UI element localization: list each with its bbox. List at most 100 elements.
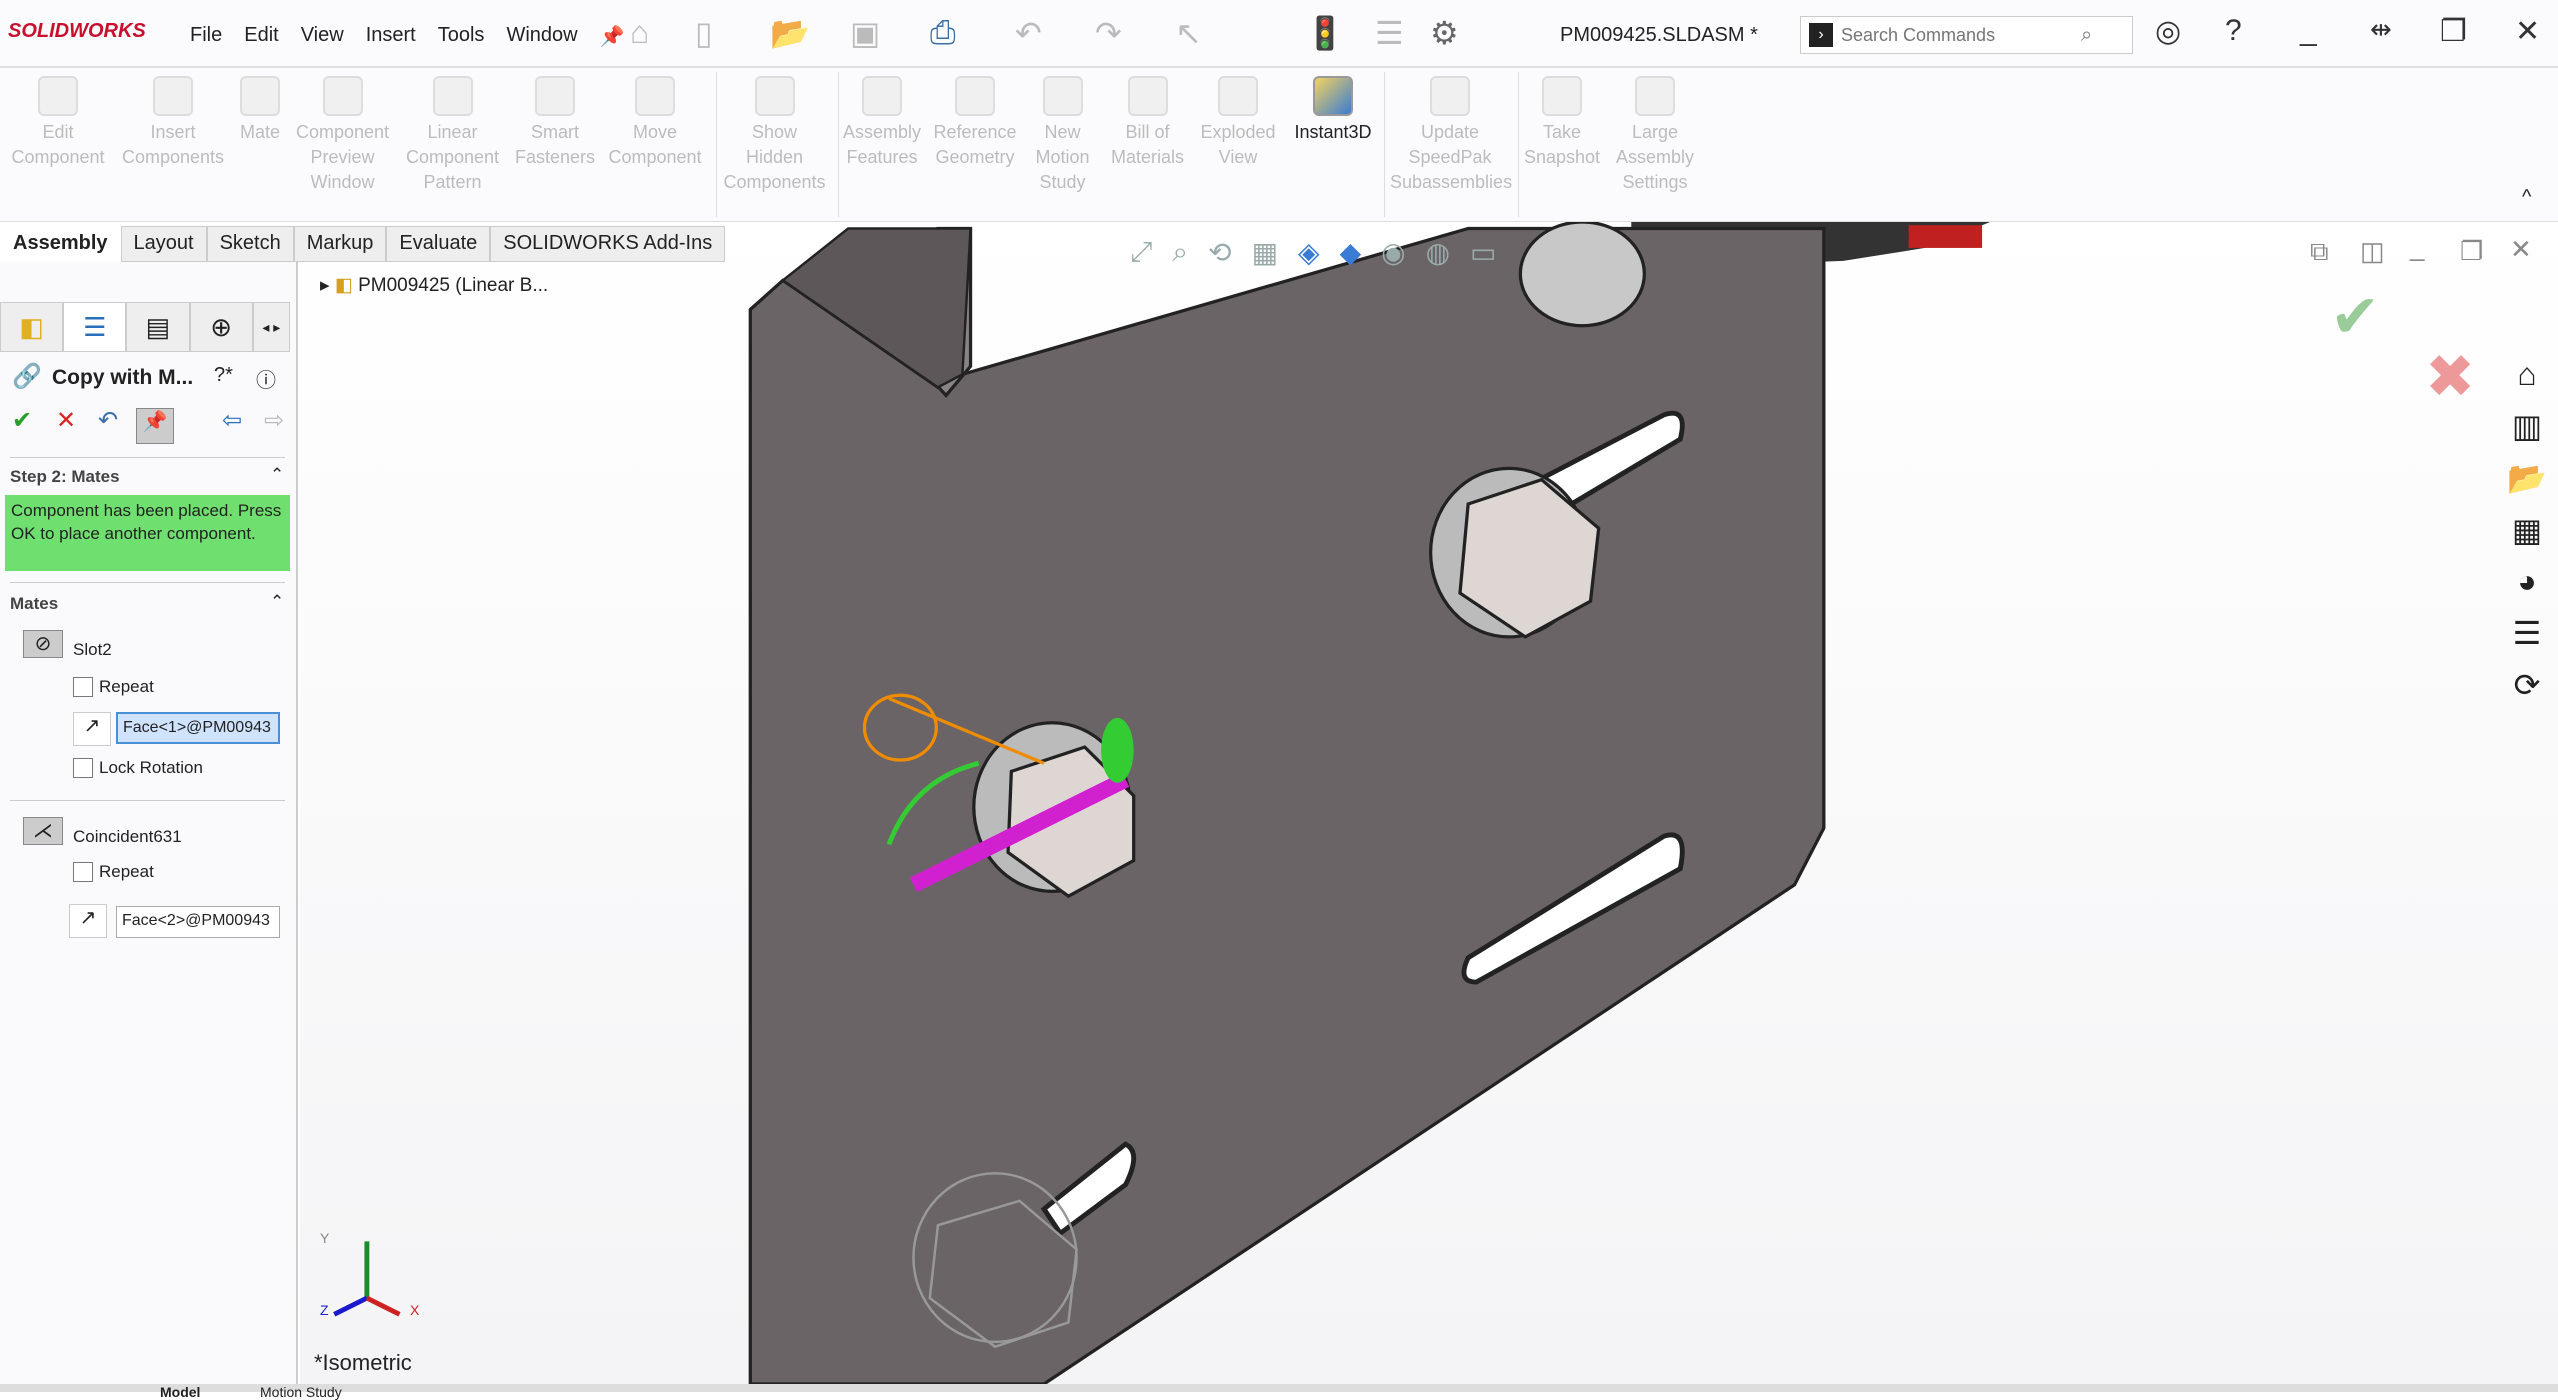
exploded-view-button[interactable]: Exploded View bbox=[1198, 76, 1278, 170]
tab-sketch[interactable]: Sketch bbox=[206, 226, 294, 262]
viewport-minimize-icon[interactable]: _ bbox=[2410, 232, 2424, 263]
assembly-model[interactable] bbox=[300, 222, 2558, 1384]
flip-selection-icon[interactable]: ↗ bbox=[73, 712, 111, 746]
search-icon[interactable]: ⌕ bbox=[2081, 24, 2092, 47]
collapse-chevron-icon[interactable]: ⌃ bbox=[270, 465, 284, 485]
new-document-icon[interactable]: ▯ bbox=[695, 14, 713, 52]
smart-fasteners-button[interactable]: Smart Fasteners bbox=[510, 76, 600, 170]
display-style-icon[interactable]: ◆ bbox=[1340, 236, 1362, 269]
home-icon[interactable]: ⌂ bbox=[630, 14, 649, 51]
selection-field[interactable]: Face<1>@PM00943 bbox=[116, 712, 280, 744]
select-icon[interactable]: ↖ bbox=[1175, 14, 1202, 52]
solidworks-forum-icon[interactable]: ⟳ bbox=[2514, 666, 2541, 704]
update-speedpak-button[interactable]: Update SpeedPak Subassemblies bbox=[1390, 76, 1512, 195]
back-arrow-icon[interactable]: ⇦ bbox=[222, 406, 242, 435]
feature-tree-flyout[interactable]: ▸ ◧ PM009425 (Linear B... bbox=[320, 274, 548, 297]
viewport-tile-icon[interactable]: ⧉ bbox=[2310, 236, 2329, 268]
options-gear-icon[interactable]: ⚙ bbox=[1430, 14, 1459, 52]
dimxpert-manager-tab[interactable]: ⊕ bbox=[189, 302, 253, 352]
feature-manager-tab[interactable]: ◧ bbox=[0, 302, 64, 352]
move-component-button[interactable]: Move Component bbox=[605, 76, 705, 170]
menu-insert[interactable]: Insert bbox=[366, 24, 416, 49]
zoom-area-icon[interactable]: ⌕ bbox=[1172, 236, 1188, 269]
collapse-ribbon-icon[interactable]: ^ bbox=[2522, 186, 2531, 209]
next-arrow-icon[interactable]: ⇨ bbox=[264, 406, 284, 435]
edit-component-button[interactable]: Edit Component bbox=[8, 76, 108, 170]
viewport-split-icon[interactable]: ◫ bbox=[2360, 236, 2385, 267]
configuration-manager-tab[interactable]: ▤ bbox=[126, 302, 190, 352]
component-preview-window-button[interactable]: Component Preview Window bbox=[290, 76, 395, 195]
help-icon[interactable]: ? bbox=[2225, 14, 2242, 48]
pin-icon[interactable]: 📌 bbox=[600, 24, 625, 49]
tile-window-button[interactable]: ⇹ bbox=[2370, 14, 2392, 45]
tab-markup[interactable]: Markup bbox=[293, 226, 387, 262]
section-view-icon[interactable]: ▦ bbox=[1252, 236, 1278, 269]
menu-view[interactable]: View bbox=[301, 24, 344, 49]
tab-assembly[interactable]: Assembly bbox=[0, 226, 121, 262]
menu-edit[interactable]: Edit bbox=[244, 24, 278, 49]
assembly-features-button[interactable]: Assembly Features bbox=[842, 76, 922, 170]
restore-button[interactable]: ❐ bbox=[2440, 14, 2467, 49]
file-explorer-icon[interactable]: 📂 bbox=[2507, 459, 2547, 497]
ok-check-icon[interactable]: ✔ bbox=[12, 406, 32, 435]
confirmation-ok-icon[interactable]: ✔ bbox=[2330, 282, 2380, 352]
search-commands[interactable]: › ⌕ bbox=[1800, 16, 2133, 54]
viewport-close-icon[interactable]: ✕ bbox=[2510, 234, 2532, 265]
undo-icon[interactable]: ↶ bbox=[1015, 14, 1042, 52]
whats-wrong-help-icon[interactable]: ?* bbox=[214, 364, 233, 387]
show-hidden-components-button[interactable]: Show Hidden Components bbox=[722, 76, 827, 195]
hide-show-items-icon[interactable]: ◉ bbox=[1381, 236, 1405, 269]
menu-window[interactable]: Window bbox=[506, 24, 577, 49]
viewport-restore-icon[interactable]: ❐ bbox=[2460, 236, 2483, 267]
help-icon[interactable]: ⓘ bbox=[256, 364, 276, 393]
search-input[interactable] bbox=[1841, 24, 2081, 46]
cancel-x-icon[interactable]: ✕ bbox=[56, 406, 76, 435]
open-icon[interactable]: 📂 bbox=[770, 14, 810, 52]
minimize-button[interactable]: _ bbox=[2300, 14, 2317, 48]
tab-solidworks-add-ins[interactable]: SOLIDWORKS Add-Ins bbox=[490, 226, 726, 262]
reference-geometry-button[interactable]: Reference Geometry bbox=[930, 76, 1020, 170]
save-icon[interactable]: ▣ bbox=[850, 14, 880, 52]
instant3d-button[interactable]: Instant3D bbox=[1288, 76, 1378, 145]
tab-model[interactable]: Model bbox=[160, 1384, 200, 1400]
edit-appearance-icon[interactable]: ◍ bbox=[1426, 236, 1450, 269]
rebuild-icon[interactable]: 🚦 bbox=[1305, 14, 1345, 52]
solidworks-resources-icon[interactable]: ⌂ bbox=[2517, 356, 2536, 393]
large-assembly-settings-button[interactable]: Large Assembly Settings bbox=[1605, 76, 1705, 195]
user-account-icon[interactable]: ◎ bbox=[2155, 14, 2181, 49]
tab-scroll-arrows[interactable]: ◂ ▸ bbox=[252, 302, 290, 352]
lock-rotation-checkbox[interactable]: Lock Rotation bbox=[73, 758, 203, 778]
insert-components-button[interactable]: Insert Components bbox=[118, 76, 228, 170]
new-motion-study-button[interactable]: New Motion Study bbox=[1030, 76, 1095, 195]
confirmation-cancel-icon[interactable]: ✖ bbox=[2425, 342, 2475, 412]
file-properties-icon[interactable]: ☰ bbox=[1375, 14, 1404, 52]
menu-tools[interactable]: Tools bbox=[438, 24, 485, 49]
tab-motion-study[interactable]: Motion Study bbox=[260, 1384, 342, 1400]
collapse-chevron-icon[interactable]: ⌃ bbox=[270, 592, 284, 612]
close-button[interactable]: ✕ bbox=[2515, 14, 2540, 49]
apply-scene-icon[interactable]: ▭ bbox=[1470, 236, 1496, 269]
print-icon[interactable]: ⎙ bbox=[930, 14, 956, 52]
zoom-to-fit-icon[interactable]: ⤢ bbox=[1130, 236, 1152, 269]
tab-evaluate[interactable]: Evaluate bbox=[386, 226, 491, 262]
bill-of-materials-button[interactable]: Bill of Materials bbox=[1105, 76, 1190, 170]
custom-properties-icon[interactable]: ☰ bbox=[2513, 614, 2542, 652]
tree-root-item[interactable]: PM009425 (Linear B... bbox=[358, 275, 548, 296]
repeat-checkbox[interactable]: Repeat bbox=[73, 862, 154, 882]
property-manager-tab[interactable]: ☰ bbox=[63, 302, 127, 352]
selection-field[interactable]: Face<2>@PM00943 bbox=[116, 906, 280, 938]
expand-arrow-icon[interactable]: ▸ bbox=[320, 275, 335, 296]
menu-file[interactable]: File bbox=[190, 24, 222, 49]
undo-icon[interactable]: ↶ bbox=[98, 406, 118, 435]
tab-layout[interactable]: Layout bbox=[120, 226, 207, 262]
design-library-icon[interactable]: ▥ bbox=[2512, 407, 2542, 445]
linear-component-pattern-button[interactable]: Linear Component Pattern bbox=[400, 76, 505, 195]
keep-visible-pin-button[interactable]: 📌 bbox=[136, 408, 174, 444]
view-palette-icon[interactable]: ▦ bbox=[2512, 511, 2542, 549]
take-snapshot-button[interactable]: Take Snapshot bbox=[1522, 76, 1602, 170]
mate-button[interactable]: Mate bbox=[235, 76, 285, 145]
view-orientation-icon[interactable]: ◈ bbox=[1298, 236, 1320, 269]
flip-selection-icon[interactable]: ↗ bbox=[69, 904, 107, 938]
redo-icon[interactable]: ↷ bbox=[1095, 14, 1122, 52]
graphics-area[interactable]: ▸ ◧ PM009425 (Linear B... ⤢ ⌕ ⟲ ▦ ◈ ◆ ◉ … bbox=[300, 222, 2558, 1384]
